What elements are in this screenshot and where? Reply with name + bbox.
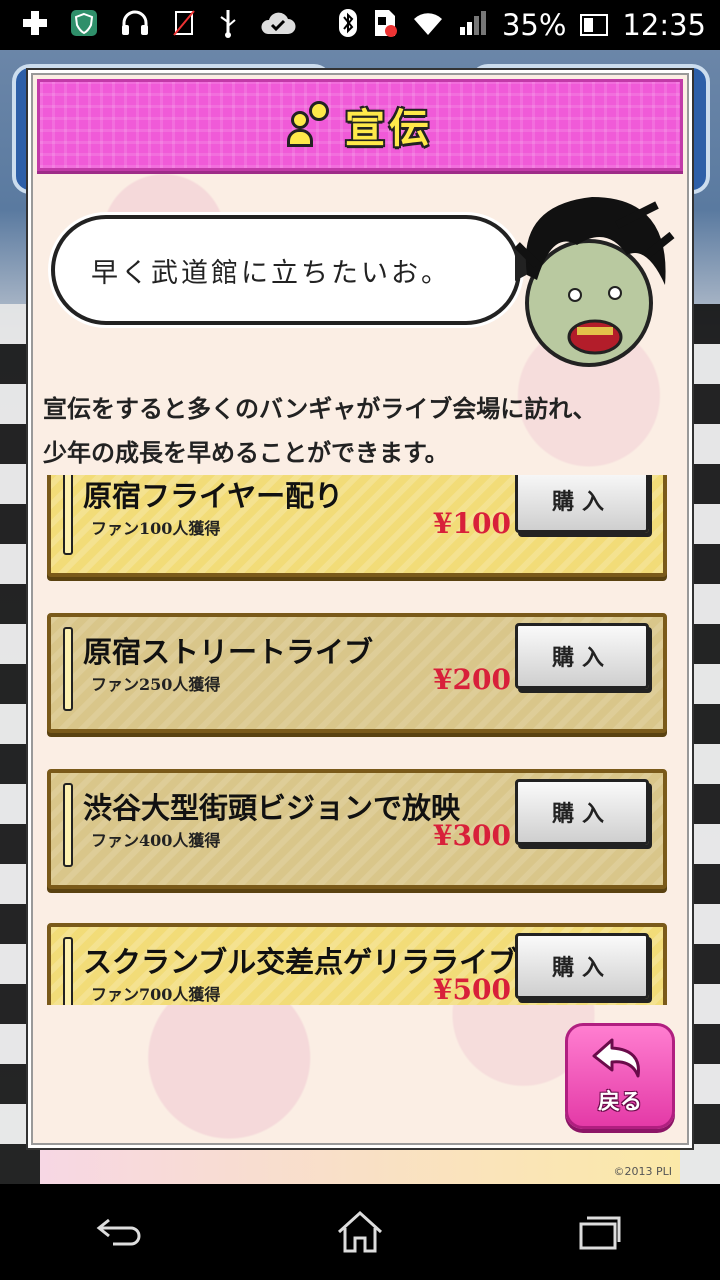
- item-fans: ファン700人獲得: [91, 985, 221, 1004]
- list-item: 渋谷大型街頭ビジョンで放映 ファン400人獲得 ¥300 購入: [47, 769, 667, 889]
- buy-button[interactable]: 購入: [515, 475, 649, 533]
- item-marker: [63, 783, 73, 867]
- recents-icon: [579, 1216, 621, 1250]
- list-item: 原宿フライヤー配り ファン100人獲得 ¥100 購入: [47, 475, 667, 577]
- buy-button[interactable]: 購入: [515, 933, 649, 999]
- buy-button[interactable]: 購入: [515, 779, 649, 845]
- shield-app-icon: [70, 9, 98, 42]
- item-name: 原宿フライヤー配り: [83, 479, 344, 513]
- bluetooth-icon: [338, 8, 358, 43]
- intro-line-2: 少年の成長を早めることができます。: [43, 439, 449, 467]
- buy-button[interactable]: 購入: [515, 623, 649, 689]
- list-item: 原宿ストリートライブ ファン250人獲得 ¥200 購入: [47, 613, 667, 733]
- item-name: 原宿ストリートライブ: [83, 635, 374, 669]
- battery-percent: 35%: [501, 8, 567, 42]
- undo-arrow-icon: [592, 1038, 640, 1078]
- dialog-title: 宣伝: [345, 106, 433, 152]
- back-label: 戻る: [597, 1090, 642, 1115]
- speech-bubble: 早く武道館に立ちたいお。: [51, 215, 545, 325]
- character-portrait: [497, 185, 677, 375]
- promotion-dialog: 宣伝 早く武道館に立ちたいお。 宣伝をすると多くのバンギャがライブ会場に訪れ、 …: [28, 70, 692, 1148]
- item-fans: ファン100人獲得: [91, 519, 221, 538]
- back-button[interactable]: 戻る: [565, 1023, 675, 1129]
- list-item: スクランブル交差点ゲリラライブ ファン700人獲得 ¥500 購入: [47, 923, 667, 1005]
- item-fans: ファン250人獲得: [91, 675, 221, 694]
- item-marker: [63, 627, 73, 711]
- item-price: ¥300: [433, 819, 511, 852]
- back-icon: [96, 1218, 141, 1246]
- no-sim-icon: [172, 9, 196, 42]
- wifi-icon: [412, 9, 444, 42]
- item-fans: ファン400人獲得: [91, 831, 221, 850]
- item-price: ¥500: [433, 973, 511, 1005]
- intro-text: 宣伝をすると多くのバンギャがライブ会場に訪れ、 少年の成長を早めることができます…: [43, 387, 683, 475]
- dialog-title-bar: 宣伝: [37, 79, 683, 171]
- usb-icon: [218, 8, 238, 43]
- intro-line-1: 宣伝をすると多くのバンギャがライブ会場に訪れ、: [43, 395, 597, 423]
- item-name: 渋谷大型街頭ビジョンで放映: [83, 791, 461, 825]
- dialog-body: 宣伝 早く武道館に立ちたいお。 宣伝をすると多くのバンギャがライブ会場に訪れ、 …: [31, 73, 689, 1145]
- headphones-icon: [120, 9, 150, 42]
- speech-text: 早く武道館に立ちたいお。: [91, 257, 451, 289]
- status-bar: 35% 12:35: [0, 0, 720, 50]
- people-icon: [287, 101, 331, 149]
- plus-icon: [22, 10, 48, 41]
- nav-back-button[interactable]: [80, 1202, 160, 1262]
- cloud-check-icon: [260, 10, 296, 41]
- clock: 12:35: [622, 8, 706, 42]
- item-price: ¥200: [433, 663, 511, 696]
- system-nav-bar: [0, 1184, 720, 1280]
- battery-icon: [580, 14, 609, 36]
- nav-home-button[interactable]: [320, 1202, 400, 1262]
- item-marker: [63, 937, 73, 1005]
- promotion-list[interactable]: 原宿フライヤー配り ファン100人獲得 ¥100 購入 原宿ストリートライブ フ…: [47, 475, 671, 1005]
- sd-card-icon: [372, 8, 398, 43]
- signal-icon: [458, 9, 488, 42]
- nav-recents-button[interactable]: [560, 1202, 640, 1262]
- item-marker: [63, 475, 73, 555]
- home-icon: [337, 1210, 383, 1253]
- banner-copyright: ©2013 PLI: [613, 1165, 673, 1178]
- item-price: ¥100: [433, 507, 511, 540]
